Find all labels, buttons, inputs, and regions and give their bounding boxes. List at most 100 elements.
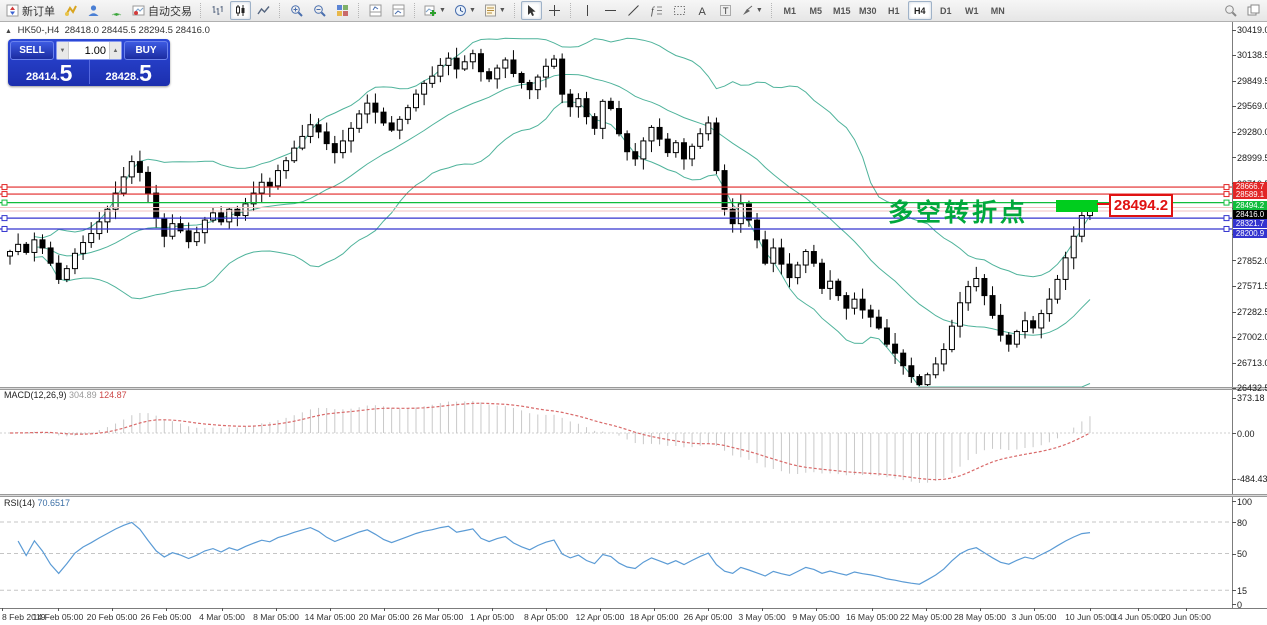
time-axis-label[interactable]: 1 Apr 05:00 bbox=[470, 612, 514, 622]
line-handle bbox=[2, 185, 7, 190]
time-axis-tick bbox=[2, 608, 3, 611]
price-axis-tick bbox=[1232, 81, 1236, 82]
price-axis-label: 29569.0 bbox=[1237, 101, 1267, 111]
time-axis-label[interactable]: 22 May 05:00 bbox=[900, 612, 952, 622]
pane-splitter-rsi[interactable] bbox=[0, 494, 1267, 497]
line-handle bbox=[1224, 200, 1229, 205]
macd-label: MACD(12,26,9) 304.89 124.87 bbox=[4, 390, 127, 400]
annotation-rectangle[interactable] bbox=[1056, 200, 1098, 212]
time-axis-label[interactable]: 10 Jun 05:00 bbox=[1065, 612, 1115, 622]
time-axis-tick bbox=[872, 608, 873, 611]
time-axis-tick bbox=[166, 608, 167, 611]
level-lines[interactable] bbox=[0, 185, 1232, 232]
level-price-chip: 28589.1 bbox=[1233, 190, 1267, 199]
volume-down-icon[interactable]: ▼ bbox=[57, 42, 69, 59]
rsi-axis-label: 100 bbox=[1237, 497, 1252, 507]
time-axis-label[interactable]: 4 Mar 05:00 bbox=[199, 612, 245, 622]
price-axis-label: 29849.5 bbox=[1237, 76, 1267, 86]
price-axis-tick bbox=[1232, 312, 1236, 313]
price-axis-label: 30419.0 bbox=[1237, 25, 1267, 35]
time-axis-label[interactable]: 3 Jun 05:00 bbox=[1012, 612, 1057, 622]
time-axis-label[interactable]: 14 Jun 05:00 bbox=[1113, 612, 1163, 622]
price-axis-tick bbox=[1232, 260, 1236, 261]
price-axis-tick bbox=[1232, 132, 1236, 133]
volume-field[interactable]: ▼ 1.00 ▲ bbox=[56, 41, 122, 60]
time-axis-label[interactable]: 20 Mar 05:00 bbox=[359, 612, 410, 622]
line-handle bbox=[1224, 226, 1229, 231]
price-axis-tick bbox=[1232, 286, 1236, 287]
price-axis-tick bbox=[1232, 337, 1236, 338]
level-price-chip: 28494.2 bbox=[1233, 201, 1267, 210]
price-axis-label: 26432.5 bbox=[1237, 383, 1267, 393]
time-axis-tick bbox=[654, 608, 655, 611]
level-price-chip: 28200.9 bbox=[1233, 229, 1267, 238]
sell-price[interactable]: 28414.5 bbox=[10, 60, 89, 84]
time-axis-label[interactable]: 26 Apr 05:00 bbox=[684, 612, 733, 622]
price-axis-label: 27002.0 bbox=[1237, 332, 1267, 342]
macd-axis-tick bbox=[1232, 433, 1236, 434]
time-axis-label[interactable]: 26 Feb 05:00 bbox=[141, 612, 192, 622]
macd-axis-label: -484.43 bbox=[1237, 474, 1267, 484]
time-axis-label[interactable]: 14 Feb 05:00 bbox=[33, 612, 84, 622]
price-axis-label: 27852.0 bbox=[1237, 256, 1267, 266]
level-price-chip: 28321.7 bbox=[1233, 219, 1267, 228]
price-axis-label: 26713.0 bbox=[1237, 358, 1267, 368]
time-axis-label[interactable]: 14 Mar 05:00 bbox=[305, 612, 356, 622]
rsi-name: RSI(14) bbox=[4, 498, 35, 508]
rsi-axis-tick bbox=[1232, 501, 1236, 502]
time-axis-tick bbox=[222, 608, 223, 611]
time-axis-label[interactable]: 12 Apr 05:00 bbox=[576, 612, 625, 622]
buy-price-big-digit: 5 bbox=[139, 63, 152, 83]
macd-axis-tick bbox=[1232, 479, 1236, 480]
annotation-pointer-line bbox=[1097, 203, 1109, 205]
rsi-axis-label: 50 bbox=[1237, 549, 1247, 559]
symbol-label: HK50-,H4 bbox=[18, 25, 60, 36]
price-axis-label: 29280.0 bbox=[1237, 127, 1267, 137]
collapse-trade-panel-icon[interactable]: ▲ bbox=[5, 28, 12, 35]
price-axis-tick bbox=[1232, 363, 1236, 364]
line-handle bbox=[1224, 185, 1229, 190]
time-axis-tick bbox=[492, 608, 493, 611]
time-axis-tick bbox=[58, 608, 59, 611]
price-axis-label: 27282.5 bbox=[1237, 307, 1267, 317]
sell-button[interactable]: SELL bbox=[10, 41, 54, 60]
time-axis-tick bbox=[276, 608, 277, 611]
buy-price-main: 28428. bbox=[106, 71, 140, 83]
annotation-text[interactable]: 多空转折点 bbox=[888, 193, 1028, 229]
rsi-axis-label: 0 bbox=[1237, 600, 1242, 610]
line-handle bbox=[1224, 216, 1229, 221]
buy-price[interactable]: 28428.5 bbox=[90, 60, 169, 84]
time-axis-label[interactable]: 8 Mar 05:00 bbox=[253, 612, 299, 622]
buy-button[interactable]: BUY bbox=[124, 41, 168, 60]
time-axis-label[interactable]: 16 May 05:00 bbox=[846, 612, 898, 622]
price-axis-border bbox=[1232, 22, 1233, 609]
chart-canvas[interactable] bbox=[0, 0, 1267, 625]
time-axis-label[interactable]: 28 May 05:00 bbox=[954, 612, 1006, 622]
time-axis-tick bbox=[384, 608, 385, 611]
macd-name: MACD(12,26,9) bbox=[4, 390, 67, 400]
rsi-axis-label: 15 bbox=[1237, 586, 1247, 596]
annotation-price-box[interactable]: 28494.2 bbox=[1109, 194, 1173, 217]
time-axis-tick bbox=[1138, 608, 1139, 611]
macd-histogram bbox=[10, 401, 1090, 483]
pane-splitter-macd[interactable] bbox=[0, 387, 1267, 390]
chart-header: ▲ HK50-,H4 28418.0 28445.5 28294.5 28416… bbox=[5, 25, 210, 36]
time-axis-tick bbox=[600, 608, 601, 611]
price-axis-label: 30138.5 bbox=[1237, 50, 1267, 60]
time-axis-tick bbox=[1034, 608, 1035, 611]
price-axis-label: 28999.5 bbox=[1237, 153, 1267, 163]
time-axis-label[interactable]: 9 May 05:00 bbox=[792, 612, 839, 622]
line-handle bbox=[2, 226, 7, 231]
rsi-label: RSI(14) 70.6517 bbox=[4, 498, 70, 508]
time-axis-label[interactable]: 18 Apr 05:00 bbox=[630, 612, 679, 622]
time-axis-label[interactable]: 3 May 05:00 bbox=[738, 612, 785, 622]
time-axis-label[interactable]: 8 Apr 05:00 bbox=[524, 612, 568, 622]
volume-up-icon[interactable]: ▲ bbox=[109, 42, 121, 59]
rsi-axis-label: 80 bbox=[1237, 518, 1247, 528]
time-axis-label[interactable]: 20 Feb 05:00 bbox=[87, 612, 138, 622]
bid-price-chip: 28416.0 bbox=[1233, 210, 1267, 219]
time-axis-label[interactable]: 26 Mar 05:00 bbox=[413, 612, 464, 622]
volume-value[interactable]: 1.00 bbox=[69, 42, 109, 59]
time-axis-label[interactable]: 20 Jun 05:00 bbox=[1161, 612, 1211, 622]
time-axis-tick bbox=[762, 608, 763, 611]
